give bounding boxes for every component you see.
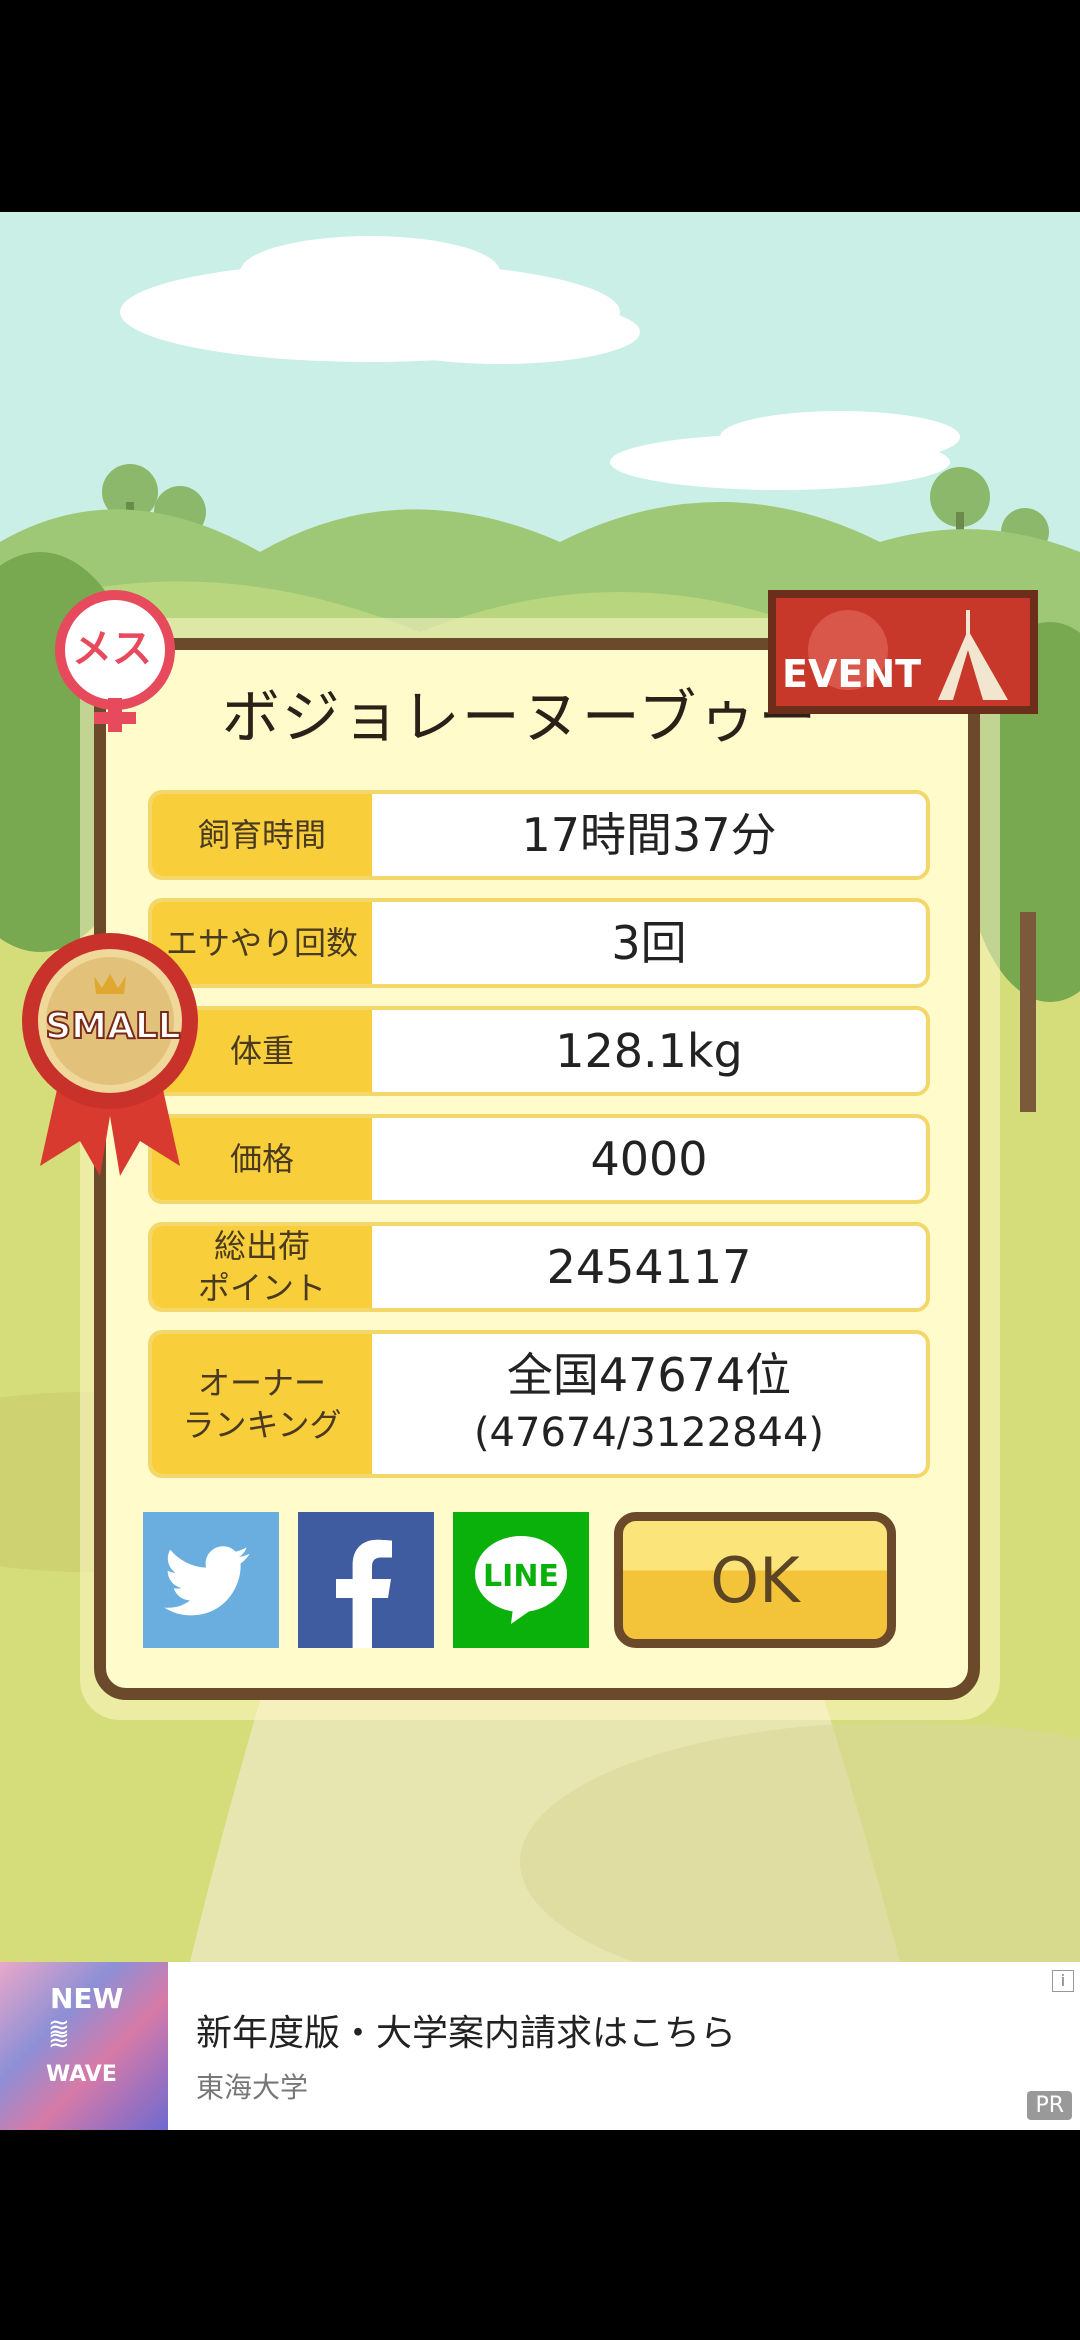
stat-row-shipping-points: 総出荷 ポイント 2454117 bbox=[148, 1222, 930, 1312]
facebook-share-button[interactable] bbox=[298, 1512, 434, 1648]
ad-image-text-top: NEW bbox=[50, 1982, 124, 2015]
stat-row-weight: 体重 128.1kg bbox=[148, 1006, 930, 1096]
stat-value: 2454117 bbox=[546, 1240, 752, 1294]
ad-image-text-bottom: WAVE bbox=[46, 2062, 117, 2087]
ad-banner[interactable]: NEW ≋ ≋ WAVE 新年度版・大学案内請求はこちら 東海大学 i PR bbox=[0, 1962, 1080, 2130]
stat-label: オーナー ランキング bbox=[152, 1334, 372, 1474]
event-badge-label: EVENT bbox=[782, 652, 922, 696]
stat-label: 飼育時間 bbox=[152, 794, 372, 876]
line-icon: LINE bbox=[475, 1536, 567, 1624]
small-ribbon-icon bbox=[22, 933, 198, 1176]
stat-label: 総出荷 ポイント bbox=[152, 1226, 372, 1308]
stat-row-owner-ranking: オーナー ランキング 全国47674位 (47674/3122844) bbox=[148, 1330, 930, 1478]
stat-value: 3回 bbox=[611, 916, 687, 970]
ranking-value: 全国47674位 bbox=[506, 1348, 792, 1402]
stat-value: 4000 bbox=[590, 1132, 708, 1186]
wave-icon: ≋ ≋ bbox=[48, 2013, 70, 2056]
stat-value: 全国47674位 (47674/3122844) bbox=[372, 1334, 926, 1474]
svg-text:LINE: LINE bbox=[483, 1559, 559, 1594]
size-badge-label: SMALL bbox=[44, 1005, 182, 1048]
ad-info-icon[interactable]: i bbox=[1052, 1970, 1074, 1992]
stat-row-feeding-time: 飼育時間 17時間37分 bbox=[148, 790, 930, 880]
stat-row-feeding-count: エサやり回数 3回 bbox=[148, 898, 930, 988]
stat-row-price: 価格 4000 bbox=[148, 1114, 930, 1204]
twitter-icon bbox=[164, 1546, 250, 1616]
ad-pr-badge: PR bbox=[1027, 2091, 1072, 2120]
ad-title[interactable]: 新年度版・大学案内請求はこちら bbox=[196, 2004, 736, 2056]
ranking-detail: (47674/3122844) bbox=[473, 1410, 825, 1456]
ok-button[interactable]: OK bbox=[614, 1512, 896, 1648]
gender-badge-label: メス bbox=[72, 626, 152, 672]
ad-image[interactable]: NEW ≋ ≋ WAVE bbox=[0, 1962, 168, 2130]
twitter-share-button[interactable] bbox=[143, 1512, 279, 1648]
stat-value: 128.1kg bbox=[555, 1024, 743, 1078]
ad-advertiser: 東海大学 bbox=[196, 2071, 309, 2104]
facebook-icon bbox=[336, 1539, 392, 1648]
stat-value: 17時間37分 bbox=[521, 808, 777, 862]
line-share-button[interactable]: LINE bbox=[453, 1512, 589, 1648]
